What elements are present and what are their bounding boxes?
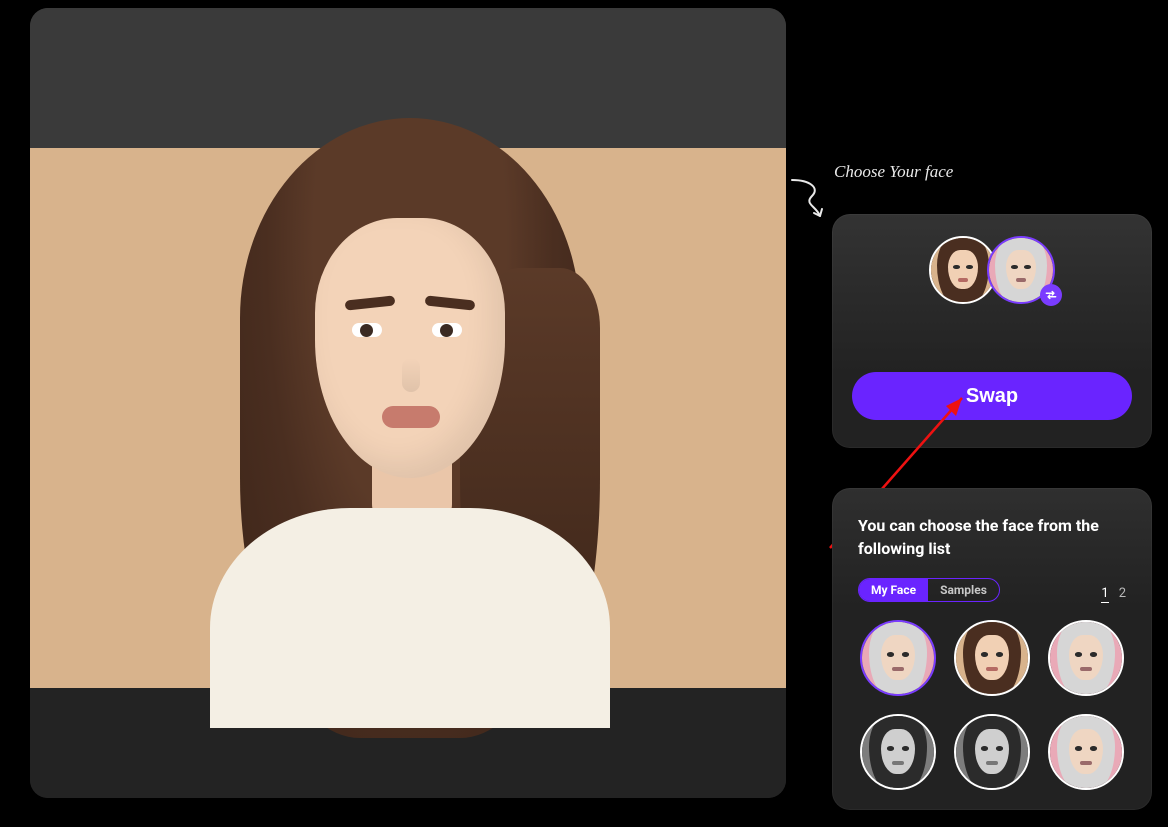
face-list-panel: You can choose the face from the followi… bbox=[832, 488, 1152, 810]
portrait-illustration bbox=[30, 148, 786, 688]
curly-arrow-icon bbox=[790, 178, 830, 228]
face-thumb-2[interactable] bbox=[954, 620, 1030, 696]
face-thumb-3[interactable] bbox=[1048, 620, 1124, 696]
face-pair bbox=[832, 214, 1152, 306]
app-root: Choose Your face Swap bbox=[0, 0, 1168, 827]
tab-samples[interactable]: Samples bbox=[928, 579, 999, 601]
face-thumb-4[interactable] bbox=[860, 714, 936, 790]
face-grid bbox=[832, 620, 1152, 790]
pager-current[interactable]: 1 bbox=[1101, 586, 1108, 603]
segmented-control: My Face Samples bbox=[858, 578, 1000, 602]
swap-panel: Swap bbox=[832, 214, 1152, 448]
swap-direction-icon[interactable] bbox=[1040, 284, 1062, 306]
face-thumb-5[interactable] bbox=[954, 714, 1030, 790]
hint-text: Choose Your face bbox=[834, 162, 953, 181]
face-thumb-6[interactable] bbox=[1048, 714, 1124, 790]
face-thumb-1[interactable] bbox=[860, 620, 936, 696]
face-pager: 1 2 bbox=[1101, 586, 1126, 603]
pager-total[interactable]: 2 bbox=[1119, 586, 1126, 603]
face-list-title: You can choose the face from the followi… bbox=[832, 488, 1152, 564]
tab-my-face[interactable]: My Face bbox=[859, 579, 928, 601]
preview-stage bbox=[30, 8, 786, 798]
source-image-panel bbox=[30, 8, 786, 798]
swap-button[interactable]: Swap bbox=[852, 372, 1132, 420]
source-photo[interactable] bbox=[30, 148, 786, 688]
